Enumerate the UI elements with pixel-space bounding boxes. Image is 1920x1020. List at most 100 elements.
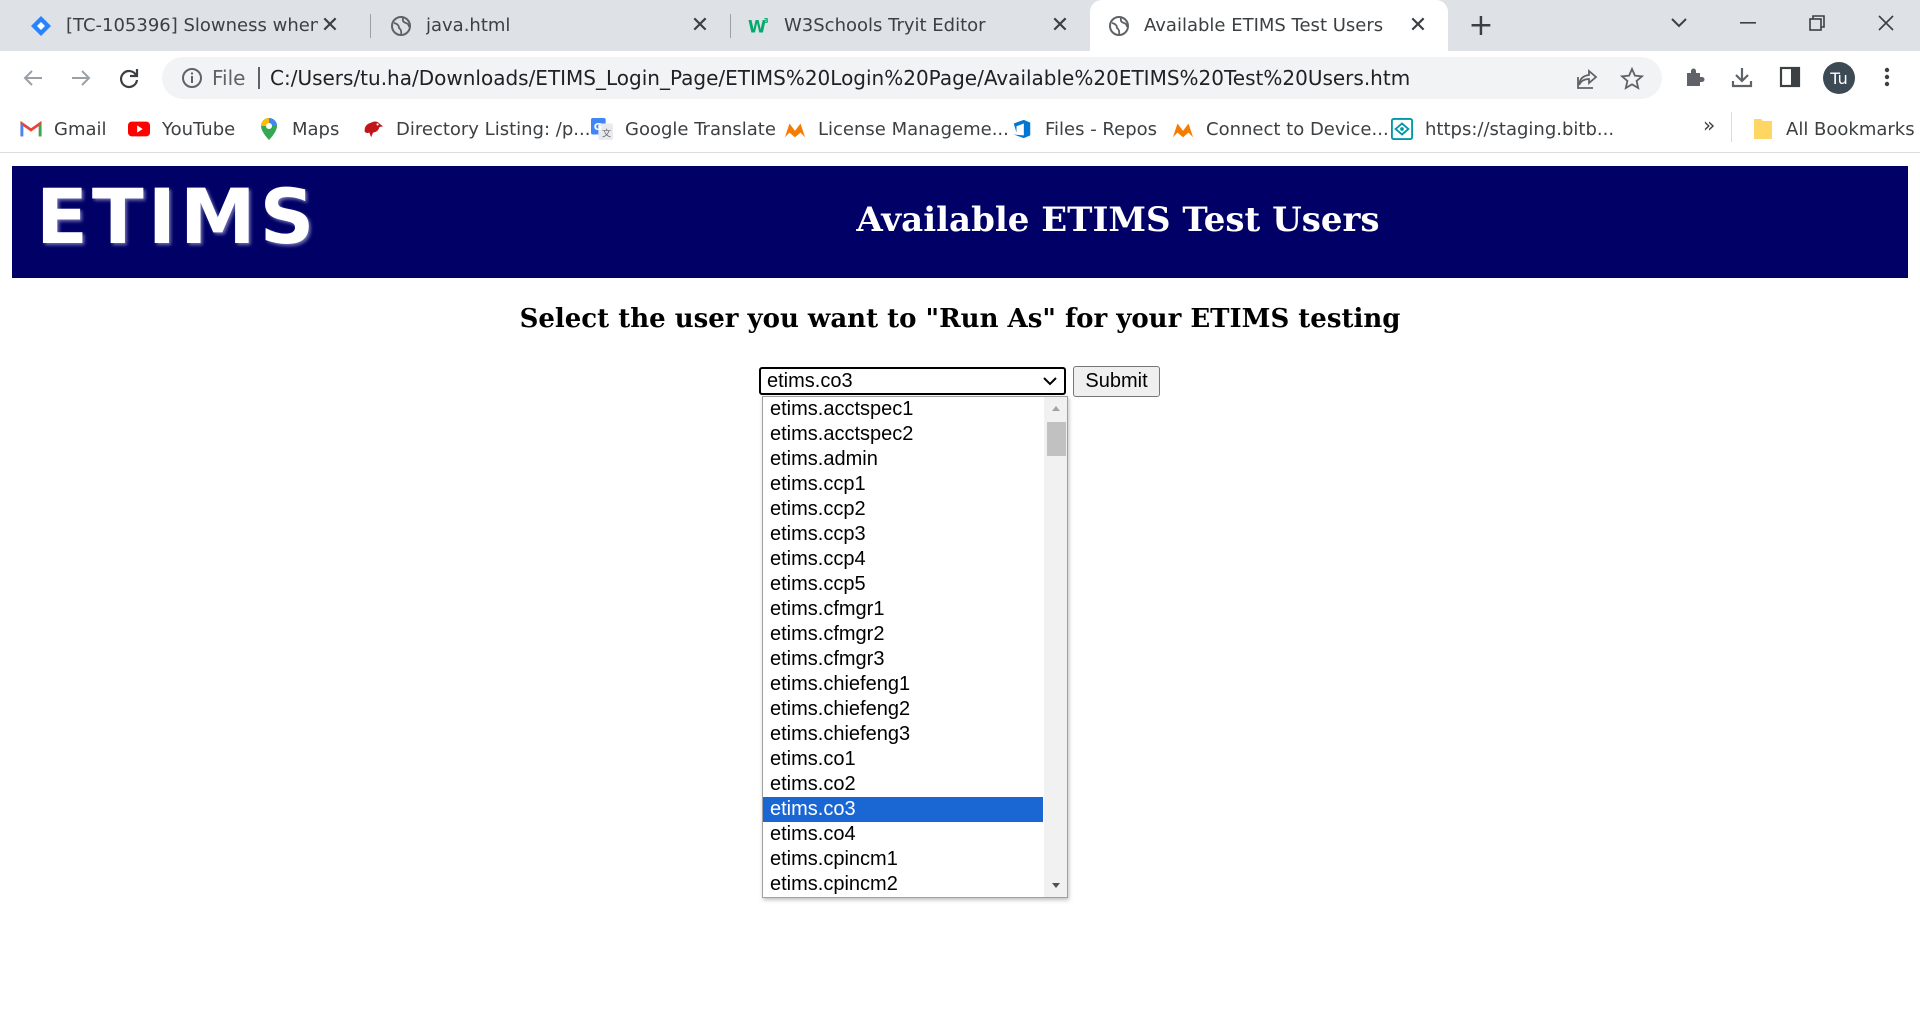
dropdown-option[interactable]: etims.acctspec2 xyxy=(763,422,1043,447)
tab-title: java.html xyxy=(426,15,511,36)
translate-icon: G文 xyxy=(591,118,613,140)
close-icon[interactable]: ✕ xyxy=(688,13,712,38)
bitbucket-icon xyxy=(1391,118,1413,140)
url-text[interactable]: C:/Users/tu.ha/Downloads/ETIMS_Login_Pag… xyxy=(270,66,1410,90)
dropdown-option[interactable]: etims.chiefeng2 xyxy=(763,697,1043,722)
dropdown-option[interactable]: etims.ccp4 xyxy=(763,547,1043,572)
close-icon[interactable]: ✕ xyxy=(318,13,342,38)
bookmark-connect-to-device[interactable]: Connect to Device... xyxy=(1172,115,1389,143)
bookmark-label: Gmail xyxy=(54,118,107,140)
tab-title: W3Schools Tryit Editor xyxy=(784,15,986,36)
bookmark-files-repos[interactable]: Files - Repos xyxy=(1011,115,1157,143)
bookmark-label: Directory Listing: /p... xyxy=(396,118,591,140)
bookmark-gmail[interactable]: Gmail xyxy=(20,115,107,143)
svg-text:3: 3 xyxy=(764,16,769,25)
scheme-label: File xyxy=(212,66,246,90)
bookmark-youtube[interactable]: YouTube xyxy=(128,115,235,143)
dropdown-option[interactable]: etims.cpincm2 xyxy=(763,872,1043,897)
tab-tc-105396[interactable]: [TC-105396] Slowness when usir ✕ xyxy=(0,0,360,51)
w3schools-icon: W3 xyxy=(748,15,770,37)
globe-icon xyxy=(1108,15,1130,37)
scroll-up-arrow-icon[interactable] xyxy=(1044,397,1067,419)
back-arrow-icon[interactable] xyxy=(16,61,50,95)
menu-kebab-icon[interactable] xyxy=(1872,62,1902,92)
youtube-icon xyxy=(128,118,150,140)
repos-icon xyxy=(1011,118,1033,140)
license-icon xyxy=(784,118,806,140)
close-icon[interactable]: ✕ xyxy=(1048,13,1072,38)
scroll-down-arrow-icon[interactable] xyxy=(1044,875,1067,897)
dropdown-option[interactable]: etims.cpincm1 xyxy=(763,847,1043,872)
bookmarks-divider xyxy=(1731,112,1732,142)
tab-strip: [TC-105396] Slowness when usir ✕ java.ht… xyxy=(0,0,1920,51)
dropdown-option[interactable]: etims.co2 xyxy=(763,772,1043,797)
dropdown-option[interactable]: etims.chiefeng1 xyxy=(763,672,1043,697)
reload-icon[interactable] xyxy=(112,61,146,95)
globe-icon xyxy=(390,15,412,37)
info-icon[interactable] xyxy=(180,66,204,90)
all-bookmarks[interactable]: All Bookmarks xyxy=(1752,115,1915,143)
bookmark-label: Files - Repos xyxy=(1045,118,1158,140)
bookmark-label: Maps xyxy=(292,118,340,140)
connect-icon xyxy=(1172,118,1194,140)
download-icon[interactable] xyxy=(1727,62,1757,92)
dropdown-option[interactable]: etims.ccp2 xyxy=(763,497,1043,522)
instruction-text: Select the user you want to "Run As" for… xyxy=(519,304,1401,334)
folder-icon xyxy=(1752,118,1774,140)
minimize-icon[interactable] xyxy=(1730,8,1766,38)
dropdown-option[interactable]: etims.cfmgr3 xyxy=(763,647,1043,672)
bookmark-directory-listing[interactable]: Directory Listing: /p... xyxy=(362,115,590,143)
dropdown-option[interactable]: etims.chiefeng3 xyxy=(763,722,1043,747)
tab-search-chevron-icon[interactable] xyxy=(1661,8,1697,38)
gmail-icon xyxy=(20,118,42,140)
tab-w3schools[interactable]: W3 W3Schools Tryit Editor ✕ xyxy=(718,0,1090,51)
dropdown-option[interactable]: etims.acctspec1 xyxy=(763,397,1043,422)
dropdown-option[interactable]: etims.co3 xyxy=(763,797,1043,822)
close-icon[interactable]: ✕ xyxy=(1406,13,1430,38)
bookmark-label: Connect to Device... xyxy=(1206,118,1389,140)
browser-toolbar: File C:/Users/tu.ha/Downloads/ETIMS_Logi… xyxy=(0,51,1920,106)
user-select-dropdown: etims.acctspec1 etims.acctspec2 etims.admi… xyxy=(762,396,1068,898)
dropdown-option[interactable]: etims.cfmgr2 xyxy=(763,622,1043,647)
tab-title: Available ETIMS Test Users xyxy=(1144,15,1384,36)
bookmark-maps[interactable]: Maps xyxy=(258,115,339,143)
dropdown-option[interactable]: etims.co4 xyxy=(763,822,1043,847)
bookmark-license-management[interactable]: License Manageme... xyxy=(784,115,1009,143)
dropdown-option[interactable]: etims.ccp3 xyxy=(763,522,1043,547)
tab-title: [TC-105396] Slowness when usir xyxy=(66,15,318,36)
restore-icon[interactable] xyxy=(1799,8,1835,38)
new-tab-button[interactable]: + xyxy=(1466,11,1496,42)
profile-avatar[interactable]: Tu xyxy=(1823,62,1855,94)
svg-text:G: G xyxy=(594,122,602,133)
window-close-icon[interactable] xyxy=(1868,8,1904,38)
share-icon[interactable] xyxy=(1574,66,1600,92)
dropdown-scrollbar[interactable] xyxy=(1044,397,1067,897)
page-title: Available ETIMS Test Users xyxy=(856,200,1380,240)
scrollbar-thumb[interactable] xyxy=(1047,422,1066,456)
bookmarks-bar: Gmail YouTube Maps Directory Listing: /p… xyxy=(0,106,1920,153)
tab-available-etims[interactable]: Available ETIMS Test Users ✕ xyxy=(1090,0,1448,51)
dropdown-option[interactable]: etims.ccp5 xyxy=(763,572,1043,597)
dropdown-option[interactable]: etims.admin xyxy=(763,447,1043,472)
dropdown-option[interactable]: etims.cfmgr1 xyxy=(763,597,1043,622)
jira-diamond-icon xyxy=(30,15,52,37)
bookmarks-overflow-chevron[interactable]: » xyxy=(1703,113,1715,137)
extensions-puzzle-icon[interactable] xyxy=(1680,62,1710,92)
user-select[interactable]: etims.co3 xyxy=(759,367,1066,395)
side-panel-icon[interactable] xyxy=(1775,62,1805,92)
forward-arrow-icon[interactable] xyxy=(64,61,98,95)
bookmark-label: License Manageme... xyxy=(818,118,1009,140)
submit-button[interactable]: Submit xyxy=(1073,366,1160,397)
address-divider xyxy=(258,67,260,89)
bookmark-google-translate[interactable]: G文 Google Translate xyxy=(591,115,776,143)
user-select-value: etims.co3 xyxy=(767,370,853,392)
bookmark-star-icon[interactable] xyxy=(1619,66,1645,92)
bookmark-label: YouTube xyxy=(162,118,236,140)
dropdown-option[interactable]: etims.ccp1 xyxy=(763,472,1043,497)
svg-text:文: 文 xyxy=(602,127,611,139)
address-bar[interactable]: File C:/Users/tu.ha/Downloads/ETIMS_Logi… xyxy=(162,57,1662,99)
tab-java-html[interactable]: java.html ✕ xyxy=(360,0,730,51)
dropdown-option[interactable]: etims.co1 xyxy=(763,747,1043,772)
all-bookmarks-label: All Bookmarks xyxy=(1786,118,1915,140)
bookmark-staging-bitbucket[interactable]: https://staging.bitb... xyxy=(1391,115,1614,143)
